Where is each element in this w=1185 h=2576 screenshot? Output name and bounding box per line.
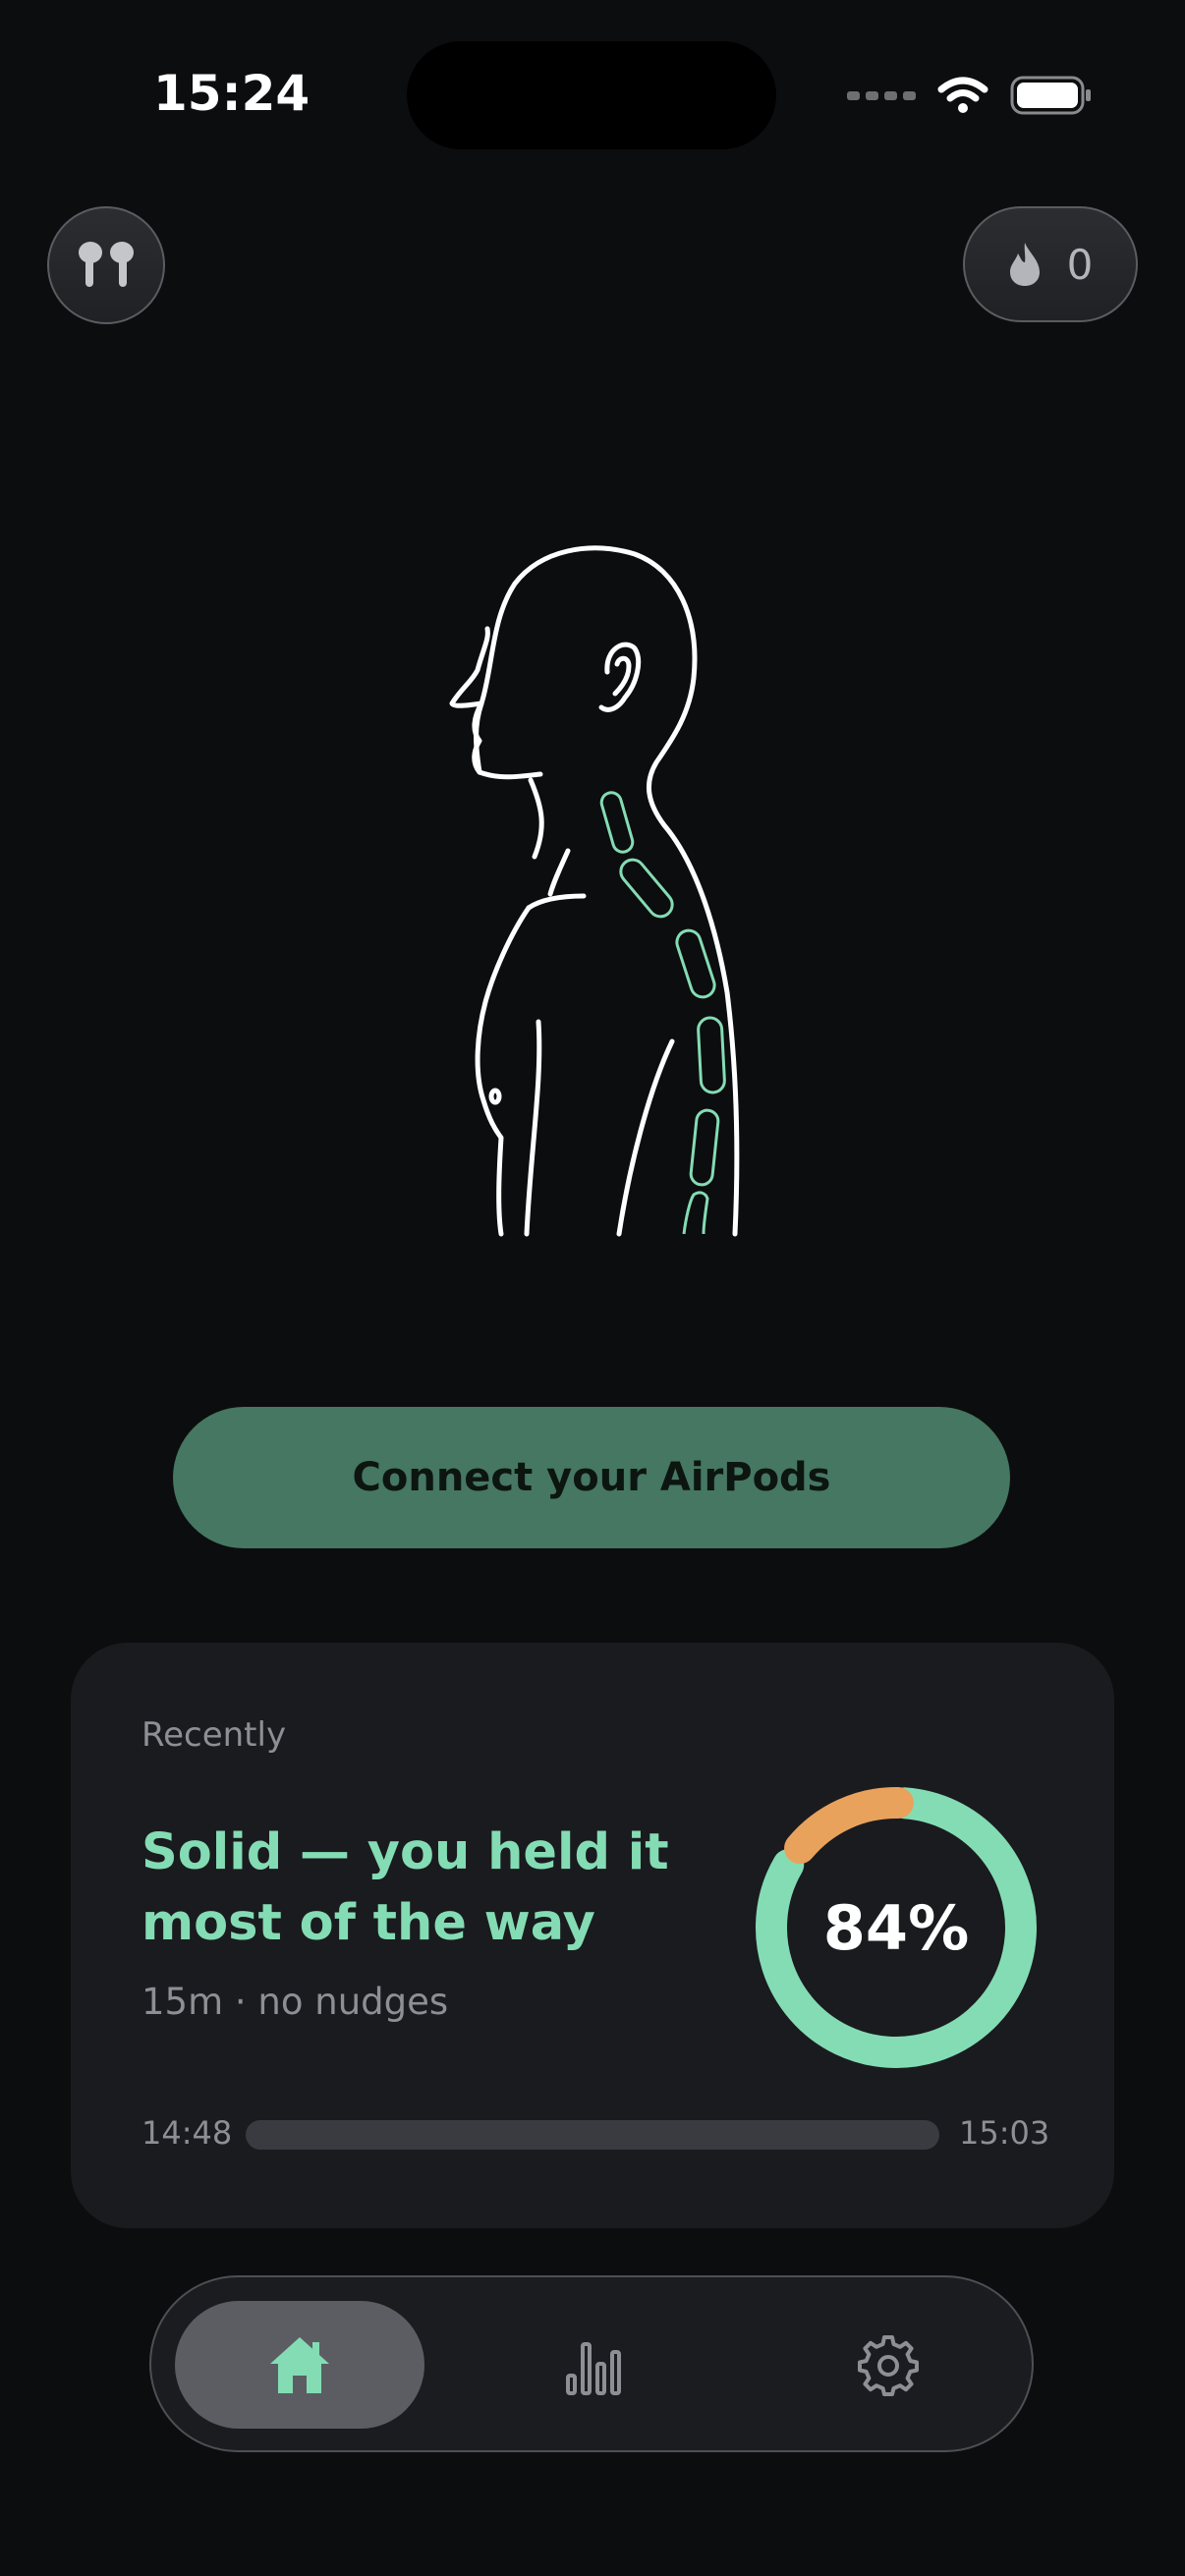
- cellular-signal-icon: [847, 90, 916, 100]
- session-timeline: [246, 2120, 939, 2150]
- posture-figure-illustration: [449, 545, 740, 1237]
- tab-settings[interactable]: [819, 2301, 957, 2429]
- home-screen: 15:24 0 Connect your AirPods Recently So…: [0, 0, 1185, 2576]
- status-indicators: [847, 71, 1093, 120]
- connect-airpods-button[interactable]: Connect your AirPods: [173, 1407, 1010, 1548]
- tab-home[interactable]: [175, 2301, 424, 2429]
- session-summary: 15m · no nudges: [141, 1981, 449, 2023]
- airpods-button[interactable]: [47, 206, 165, 324]
- home-icon: [270, 2337, 329, 2393]
- session-start-time: 14:48: [141, 2114, 233, 2152]
- tab-stats[interactable]: [525, 2301, 662, 2429]
- airpods-icon: [79, 242, 134, 287]
- battery-icon: [1010, 76, 1091, 115]
- tab-bar: [149, 2275, 1034, 2452]
- status-time: 15:24: [153, 65, 310, 122]
- flame-icon: [1009, 243, 1040, 286]
- card-label: Recently: [141, 1715, 287, 1755]
- gear-icon: [858, 2335, 919, 2396]
- posture-score: 84%: [822, 1891, 970, 1964]
- recent-session-card[interactable]: Recently Solid — you held it most of the…: [71, 1643, 1114, 2228]
- dynamic-island: [407, 41, 776, 149]
- streak-button[interactable]: 0: [963, 206, 1138, 322]
- bar-chart-icon: [566, 2342, 621, 2395]
- streak-count: 0: [1066, 240, 1094, 289]
- session-end-time: 15:03: [959, 2114, 1050, 2152]
- session-headline: Solid — you held it most of the way: [141, 1823, 669, 1952]
- wifi-icon: [937, 77, 988, 113]
